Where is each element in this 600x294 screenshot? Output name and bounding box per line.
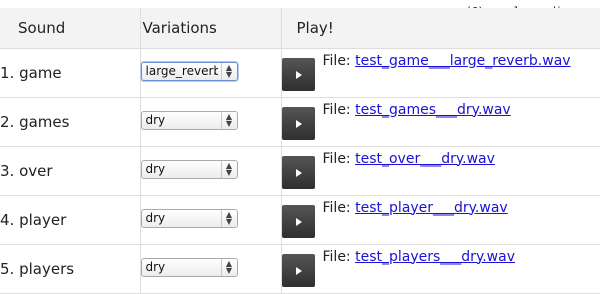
variation-value: dry — [145, 113, 166, 127]
play-icon — [295, 70, 302, 79]
sound-name: 3. over — [0, 146, 140, 196]
file-link[interactable]: test_player___dry.wav — [355, 200, 508, 216]
file-line: File: test_game___large_reverb.wav — [323, 53, 571, 69]
file-line: File: test_player___dry.wav — [323, 200, 508, 216]
updown-arrows-icon: ▲ ▼ — [220, 259, 237, 276]
table-header-row: Sound Variations Play! — [0, 8, 600, 49]
file-line: File: test_over___dry.wav — [323, 151, 495, 167]
sound-name: 5. players — [0, 244, 140, 294]
sound-name: 4. player — [0, 195, 140, 245]
play-button[interactable] — [281, 204, 315, 238]
play-button[interactable] — [281, 253, 315, 287]
file-link[interactable]: test_games___dry.wav — [355, 102, 511, 118]
variation-value: dry — [145, 211, 166, 225]
play-icon — [295, 217, 302, 226]
file-link[interactable]: test_game___large_reverb.wav — [355, 53, 570, 69]
play-button[interactable] — [281, 155, 315, 189]
updown-arrows-icon: ▲ ▼ — [220, 161, 237, 178]
updown-arrows-icon: ▲ ▼ — [220, 112, 237, 129]
updown-arrows-icon: ▲ ▼ — [220, 63, 237, 80]
table-row: 1. game large_reverb ▲ ▼ File: test_game_… — [0, 48, 600, 98]
play-icon — [295, 119, 302, 128]
variation-select[interactable]: dry ▲ ▼ — [140, 258, 238, 277]
file-line: File: test_players___dry.wav — [323, 249, 516, 265]
table-row: 5. players dry ▲ ▼ File: test_players___d… — [0, 244, 600, 294]
table-row: 2. games dry ▲ ▼ File: test_games___dry.w… — [0, 97, 600, 147]
play-icon — [295, 168, 302, 177]
variation-select[interactable]: dry ▲ ▼ — [140, 111, 238, 130]
updown-arrows-icon: ▲ ▼ — [220, 210, 237, 227]
sounds-table: Sound Variations Play! 1. game large_rev… — [0, 8, 600, 294]
file-prefix: File: — [322, 150, 351, 167]
file-prefix: File: — [322, 101, 351, 118]
file-link[interactable]: test_over___dry.wav — [355, 151, 495, 167]
play-button[interactable] — [281, 106, 315, 140]
header-play: Play! — [280, 8, 600, 49]
play-icon — [295, 266, 302, 275]
variation-select[interactable]: dry ▲ ▼ — [140, 209, 238, 228]
sound-name: 1. game — [0, 48, 140, 98]
variation-value: dry — [145, 260, 166, 274]
file-line: File: test_games___dry.wav — [323, 102, 511, 118]
sound-name: 2. games — [0, 97, 140, 147]
variation-select[interactable]: dry ▲ ▼ — [140, 160, 238, 179]
variation-value: dry — [145, 162, 166, 176]
table-row: 3. over dry ▲ ▼ File: test_over___dry.wav — [0, 146, 600, 196]
table-row: 4. player dry ▲ ▼ File: test_player___dry… — [0, 195, 600, 245]
play-button[interactable] — [281, 57, 315, 91]
file-link[interactable]: test_players___dry.wav — [355, 249, 515, 265]
file-prefix: File: — [322, 52, 351, 69]
variation-select[interactable]: large_reverb ▲ ▼ — [140, 62, 238, 81]
file-prefix: File: — [322, 248, 351, 265]
header-variations: Variations — [139, 8, 281, 49]
variation-value: large_reverb — [145, 64, 218, 78]
header-sound: Sound — [0, 8, 140, 49]
file-prefix: File: — [322, 199, 351, 216]
